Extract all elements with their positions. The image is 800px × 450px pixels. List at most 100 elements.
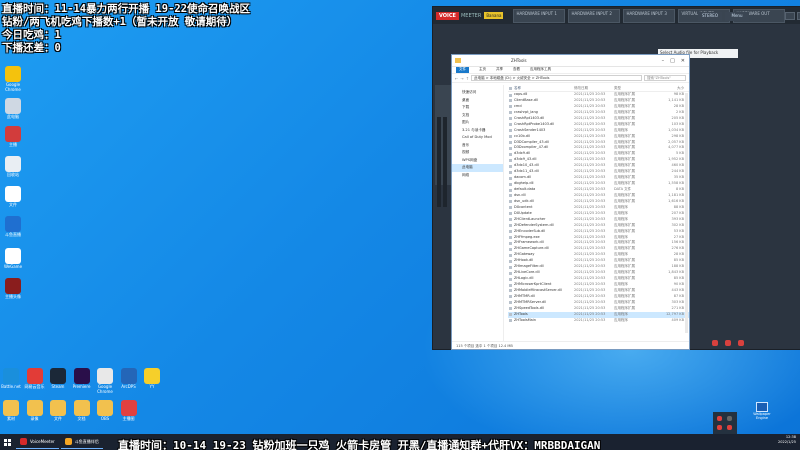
file-type: 应用程序	[614, 317, 628, 322]
folder-icon	[3, 400, 19, 416]
tray-app-icon[interactable]	[717, 416, 722, 421]
voicemeeter-stereo-button[interactable]: STEREO	[698, 12, 722, 21]
tree-item[interactable]: 音乐	[452, 142, 503, 150]
voicemeeter-input-strip[interactable]: HARDWARE INPUT 2	[568, 8, 621, 23]
close-icon[interactable]: ✕	[681, 58, 685, 64]
desktop-shortcut[interactable]: Battle.net	[0, 368, 22, 389]
minimize-icon[interactable]: –	[662, 58, 665, 64]
ribbon-tab[interactable]: 共享	[496, 67, 503, 73]
search-input[interactable]: 搜索"ZHTools"	[644, 75, 686, 81]
tray-app-icon[interactable]	[717, 425, 722, 430]
fader-1[interactable]	[437, 117, 441, 207]
desktop-folder-label: 主播图	[122, 416, 135, 421]
file-explorer-window[interactable]: ZHTools – □ ✕ 文件 主页 共享 查看 应用程序工具 ← → ↑ 此电脑 >…	[451, 54, 690, 350]
taskbar-app-button[interactable]: VoiceMeeter	[16, 435, 59, 449]
address-bar-row: ← → ↑ 此电脑 > 本地磁盘 (D:) > 火绒安全 > ZHTools 搜…	[452, 74, 689, 83]
app-icon	[144, 368, 160, 384]
tree-item[interactable]: 文档	[452, 112, 503, 120]
column-header[interactable]: 大小	[656, 85, 684, 91]
ribbon-tab[interactable]: 应用程序工具	[530, 67, 551, 73]
desktop-shortcut[interactable]: 文件	[2, 186, 24, 212]
up-arrow-icon[interactable]: ↑	[466, 76, 469, 81]
desktop-shortcut[interactable]: Steam	[47, 368, 69, 389]
app-icon	[5, 66, 21, 82]
desktop-shortcut[interactable]: ArcDPS	[118, 368, 140, 389]
app-icon	[5, 156, 21, 172]
voicemeeter-input-strip[interactable]: HARDWARE INPUT 1	[513, 8, 566, 23]
desktop-shortcut[interactable]: WeGame	[2, 248, 24, 274]
app-icon	[120, 368, 137, 384]
desktop-shortcut-label: 回收站	[7, 172, 19, 177]
record-icon[interactable]	[712, 340, 718, 346]
desktop-shortcut-label: Premiere	[72, 384, 91, 389]
tree-item[interactable]: 快速访问	[452, 89, 503, 97]
back-arrow-icon[interactable]: ←	[455, 76, 458, 81]
desktop-folder[interactable]: 文档	[71, 400, 93, 421]
start-button[interactable]	[0, 434, 14, 450]
file-row[interactable]: ZHToolsMain 2021/11/25 20:53 应用程序 409 KB	[508, 318, 689, 324]
minimize-button[interactable]	[785, 11, 796, 20]
desktop-folder[interactable]: 录像	[24, 400, 46, 421]
voicemeeter-menu-button[interactable]: Menu	[725, 12, 749, 21]
desktop-shortcut[interactable]: 主播	[2, 126, 24, 152]
tree-item[interactable]: WPS网盘	[452, 157, 503, 165]
desktop-shortcut[interactable]: Google Chrome	[94, 368, 116, 394]
folder-icon	[26, 400, 43, 416]
maximize-icon[interactable]: □	[670, 58, 675, 64]
column-header[interactable]: 类型	[614, 85, 656, 91]
desktop-shortcut[interactable]: 主播头像	[2, 278, 24, 304]
tree-item[interactable]: Call of Duty Mod	[452, 134, 503, 142]
desktop-shortcut[interactable]: Premiere	[71, 368, 93, 389]
desktop-folder[interactable]: 主播图	[118, 400, 140, 421]
vertical-scrollbar[interactable]	[685, 93, 688, 333]
stream-marquee: 直播时间：10-14 19-23 钻粉加班一只鸡 火箭卡房管 开黑/直播通知群+…	[118, 439, 601, 450]
fader-2[interactable]	[443, 117, 447, 207]
column-header[interactable]: 修改日期	[574, 85, 614, 91]
voicemeeter-input-strip[interactable]: HARDWARE INPUT 3	[623, 8, 676, 23]
desktop-shortcut[interactable]: Google Chrome	[2, 66, 24, 92]
desktop-folder[interactable]: 素材	[0, 400, 22, 421]
desktop-shortcut-label: Battle.net	[1, 384, 21, 389]
taskbar-clock[interactable]: 12:38 2022/1/25	[778, 435, 796, 445]
overlay-line-4: 下播还差：0	[2, 42, 61, 54]
ribbon-tab[interactable]: 主页	[479, 67, 486, 73]
app-icon	[5, 278, 21, 294]
app-icon	[5, 248, 21, 264]
record-icon[interactable]	[725, 340, 731, 346]
windows-logo-icon	[3, 438, 11, 446]
ribbon-tab[interactable]: 查看	[513, 67, 520, 73]
desktop-folder[interactable]: OBS	[94, 400, 116, 421]
voicemeeter-logo-text: MEETER	[460, 12, 482, 19]
ribbon-tab[interactable]: 文件	[456, 67, 469, 73]
desktop-shortcut[interactable]: YY	[141, 368, 163, 389]
tree-item[interactable]: 视频	[452, 149, 503, 157]
desktop-folder[interactable]: 文件	[47, 400, 69, 421]
desktop-shortcut[interactable]: 网易云音乐	[24, 368, 46, 389]
explorer-ribbon: 文件 主页 共享 查看 应用程序工具	[452, 67, 689, 74]
app-icon	[5, 126, 21, 142]
desktop-shortcut[interactable]: 回收站	[2, 156, 24, 182]
tree-item[interactable]: 桌面	[452, 97, 503, 105]
desktop-shortcut[interactable]: 斗鱼直播	[2, 216, 24, 242]
tree-item[interactable]: 下载	[452, 104, 503, 112]
tray-app-icon[interactable]	[727, 425, 732, 430]
tree-item[interactable]: 网络	[452, 172, 503, 180]
taskbar-app-button[interactable]: 斗鱼直播伴侣	[60, 435, 103, 449]
file-name: ZHToolsMain	[508, 318, 574, 324]
wallpaper-engine-shortcut[interactable]: Wallpaper Engine	[752, 402, 772, 420]
forward-arrow-icon[interactable]: →	[460, 76, 463, 81]
explorer-titlebar[interactable]: ZHTools – □ ✕	[452, 55, 689, 67]
file-size: 409 KB	[671, 317, 685, 322]
desktop-shortcut[interactable]: 此电脑	[2, 98, 24, 124]
tray-app-icon[interactable]	[727, 416, 732, 421]
file-list: 名称 修改日期 类型 大小 caps.dll 2021/11/25 20:53 应用程序扩…	[504, 85, 689, 341]
tree-item[interactable]: 3.21 与读卡器	[452, 127, 503, 135]
overlay-line-3: 今日吃鸡：1	[2, 29, 61, 41]
address-path[interactable]: 此电脑 > 本地磁盘 (D:) > 火绒安全 > ZHTools	[471, 75, 642, 81]
column-header[interactable]: 名称	[508, 85, 574, 91]
wallpaper-engine-label: Wallpaper Engine	[753, 412, 771, 420]
desktop-shortcut-label: Google Chrome	[97, 384, 113, 394]
tree-item[interactable]: 此电脑	[452, 164, 503, 172]
tree-item[interactable]: 图片	[452, 119, 503, 127]
record-icon[interactable]	[738, 340, 744, 346]
